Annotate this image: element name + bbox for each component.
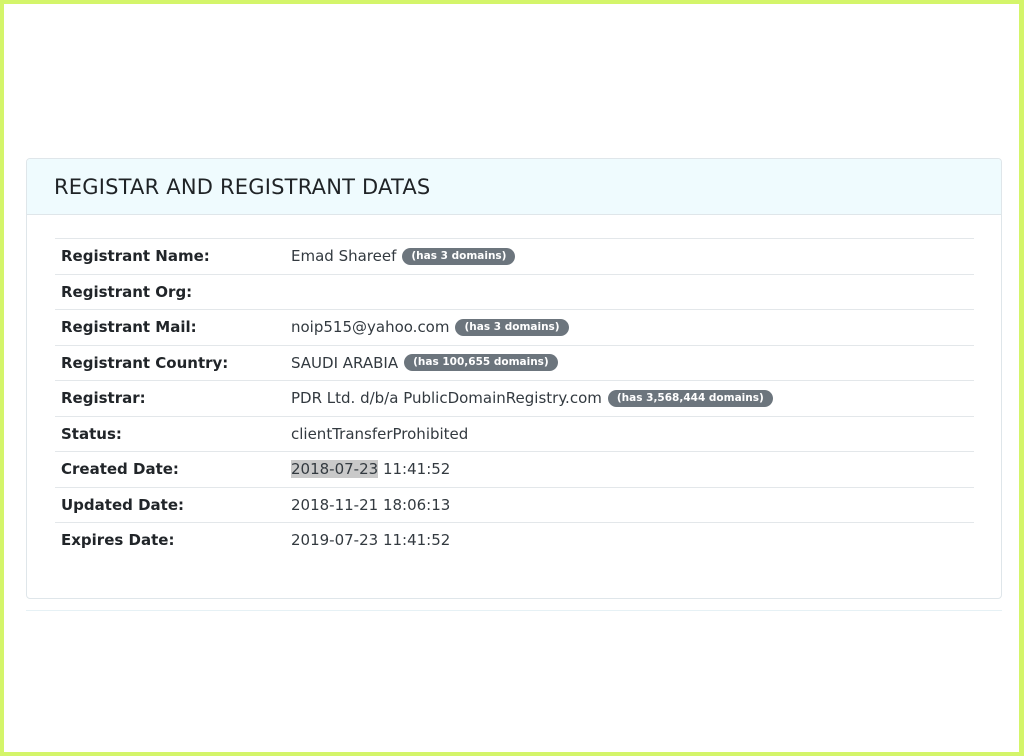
table-row: Created Date: 2018-07-23 11:41:52 [55,451,974,487]
table-row: Expires Date: 2019-07-23 11:41:52 [55,522,974,558]
registrant-country-value: SAUDI ARABIA (has 100,655 domains) [291,354,558,372]
registrant-mail-label: Registrant Mail: [61,318,197,337]
registrant-country-label: Registrant Country: [61,353,229,372]
registrar-label: Registrar: [61,389,146,408]
panel-header: REGISTAR AND REGISTRANT DATAS [27,159,1001,215]
expires-date-value: 2019-07-23 11:41:52 [291,531,451,550]
registrar-domains-badge[interactable]: (has 3,568,444 domains) [607,389,773,407]
registrant-country-domains-badge[interactable]: (has 100,655 domains) [404,354,558,372]
registrant-mail-domains-badge[interactable]: (has 3 domains) [455,318,569,336]
table-row: Registrar: PDR Ltd. d/b/a PublicDomainRe… [55,380,974,416]
updated-date-label: Updated Date: [61,495,184,514]
registrant-org-label: Registrant Org: [61,282,193,301]
registrar-value: PDR Ltd. d/b/a PublicDomainRegistry.com … [291,389,773,407]
table-row: Updated Date: 2018-11-21 18:06:13 [55,486,974,523]
registrar-text: PDR Ltd. d/b/a PublicDomainRegistry.com [291,389,602,408]
registrant-mail-value: noip515@yahoo.com (has 3 domains) [291,318,569,336]
updated-date-value: 2018-11-21 18:06:13 [291,495,451,514]
registrant-name-value: Emad Shareef (has 3 domains) [291,247,516,266]
created-date-selected-text: 2018-07-23 [291,460,379,479]
status-label: Status: [61,424,122,443]
expires-date-label: Expires Date: [61,531,175,550]
panel-title: REGISTAR AND REGISTRANT DATAS [54,174,431,199]
next-panel-edge [26,610,1002,611]
table-row: Registrant Country: SAUDI ARABIA (has 10… [55,344,974,381]
registrant-name-domains-badge[interactable]: (has 3 domains) [402,247,516,265]
created-date-value: 2018-07-23 11:41:52 [291,460,451,479]
table-row: Registrant Mail: noip515@yahoo.com (has … [55,309,974,345]
registrar-registrant-panel: REGISTAR AND REGISTRANT DATAS Registrant… [26,158,1002,599]
registrant-country-text: SAUDI ARABIA [291,353,399,372]
table-row: Status: clientTransferProhibited [55,415,974,452]
table-row: Registrant Org: [55,273,974,310]
registrant-mail-text: noip515@yahoo.com [291,318,450,337]
created-date-label: Created Date: [61,460,179,479]
registrant-name-label: Registrant Name: [61,247,210,266]
table-row: Registrant Name: Emad Shareef (has 3 dom… [55,238,974,274]
status-value: clientTransferProhibited [291,424,469,443]
registrant-data-table: Registrant Name: Emad Shareef (has 3 dom… [55,238,974,558]
created-time-text: 11:41:52 [382,460,451,479]
registrant-name-text: Emad Shareef [291,247,397,266]
